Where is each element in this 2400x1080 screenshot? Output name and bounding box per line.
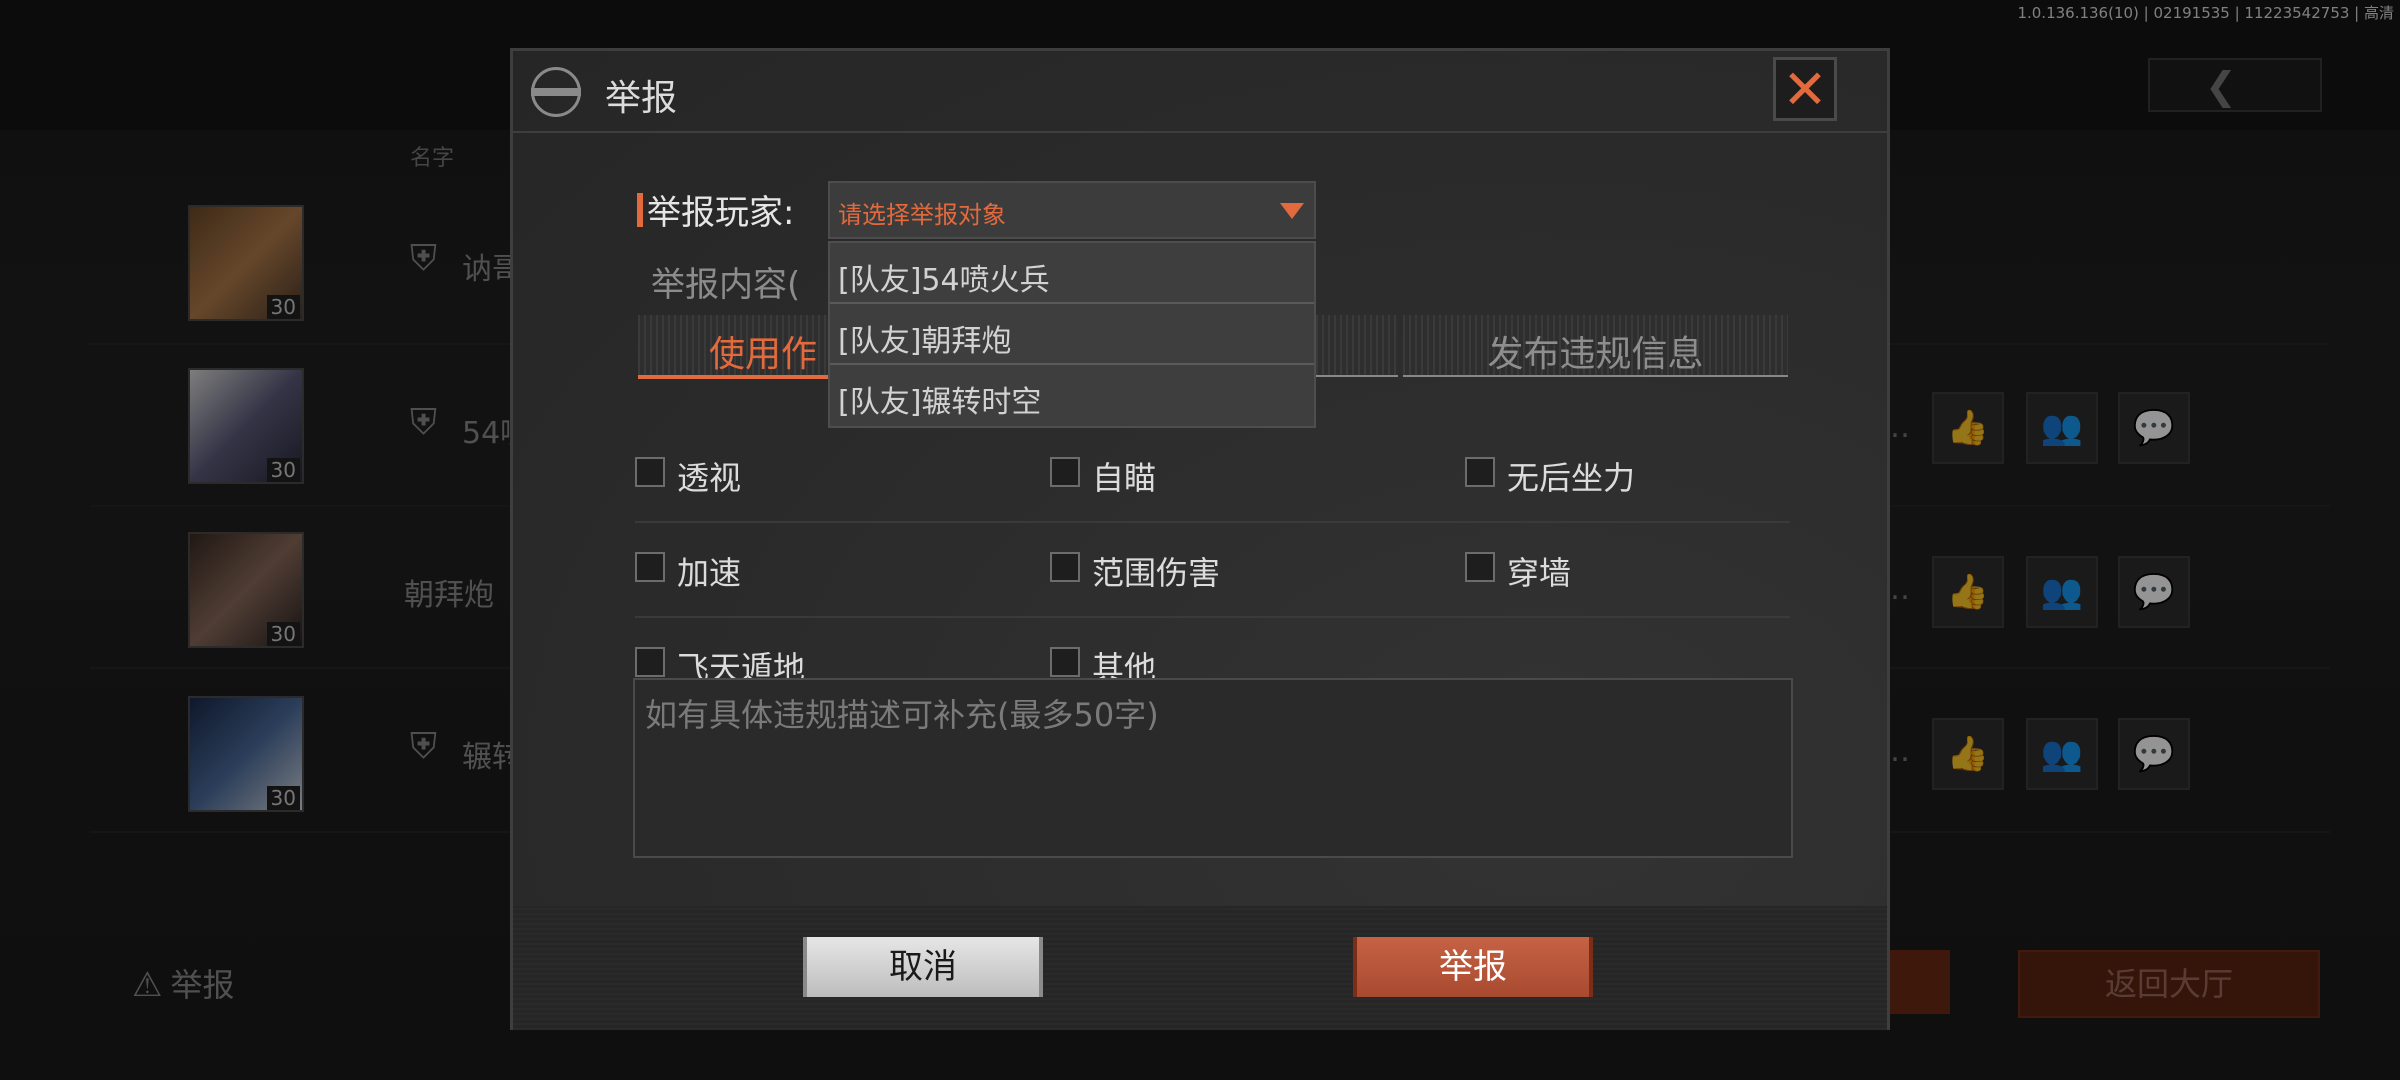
- close-x-icon: ✕: [1782, 58, 1828, 121]
- report-player-label: 举报玩家:: [647, 193, 795, 233]
- player-select-placeholder: 请选择举报对象: [838, 201, 1006, 229]
- player-dropdown-list: [队友]54喷火兵 [队友]朝拜炮 [队友]辗转时空: [828, 241, 1316, 428]
- submit-report-button[interactable]: 举报: [1353, 937, 1593, 997]
- description-textarea[interactable]: 如有具体违规描述可补充(最多50字): [633, 678, 1793, 858]
- close-button[interactable]: ✕: [1773, 57, 1837, 121]
- report-content-label: 举报内容(: [651, 265, 801, 305]
- checkbox-row: 加速 范围伤害 穿墙: [635, 522, 1790, 618]
- dialog-title: 举报: [605, 78, 678, 119]
- dropdown-option[interactable]: [队友]朝拜炮: [830, 304, 1314, 365]
- report-dialog: 举报 ✕ 举报玩家: 请选择举报对象 举报内容( 使用作 消极行为 发布违规信息…: [510, 48, 1890, 1030]
- dialog-footer: [513, 906, 1887, 1030]
- cancel-button[interactable]: 取消: [803, 937, 1043, 997]
- dropdown-arrow-icon: [1280, 203, 1304, 219]
- description-placeholder: 如有具体违规描述可补充(最多50字): [645, 696, 1159, 734]
- player-select[interactable]: 请选择举报对象: [828, 181, 1316, 239]
- label-accent-bar: [637, 193, 643, 227]
- dropdown-option[interactable]: [队友]辗转时空: [830, 365, 1314, 426]
- checkbox-row: 透视 自瞄 无后坐力: [635, 427, 1790, 523]
- dialog-header: 举报 ✕: [513, 51, 1887, 133]
- tab-violation-info[interactable]: 发布违规信息: [1403, 315, 1788, 377]
- globe-icon: [531, 67, 581, 117]
- dropdown-option[interactable]: [队友]54喷火兵: [830, 243, 1314, 304]
